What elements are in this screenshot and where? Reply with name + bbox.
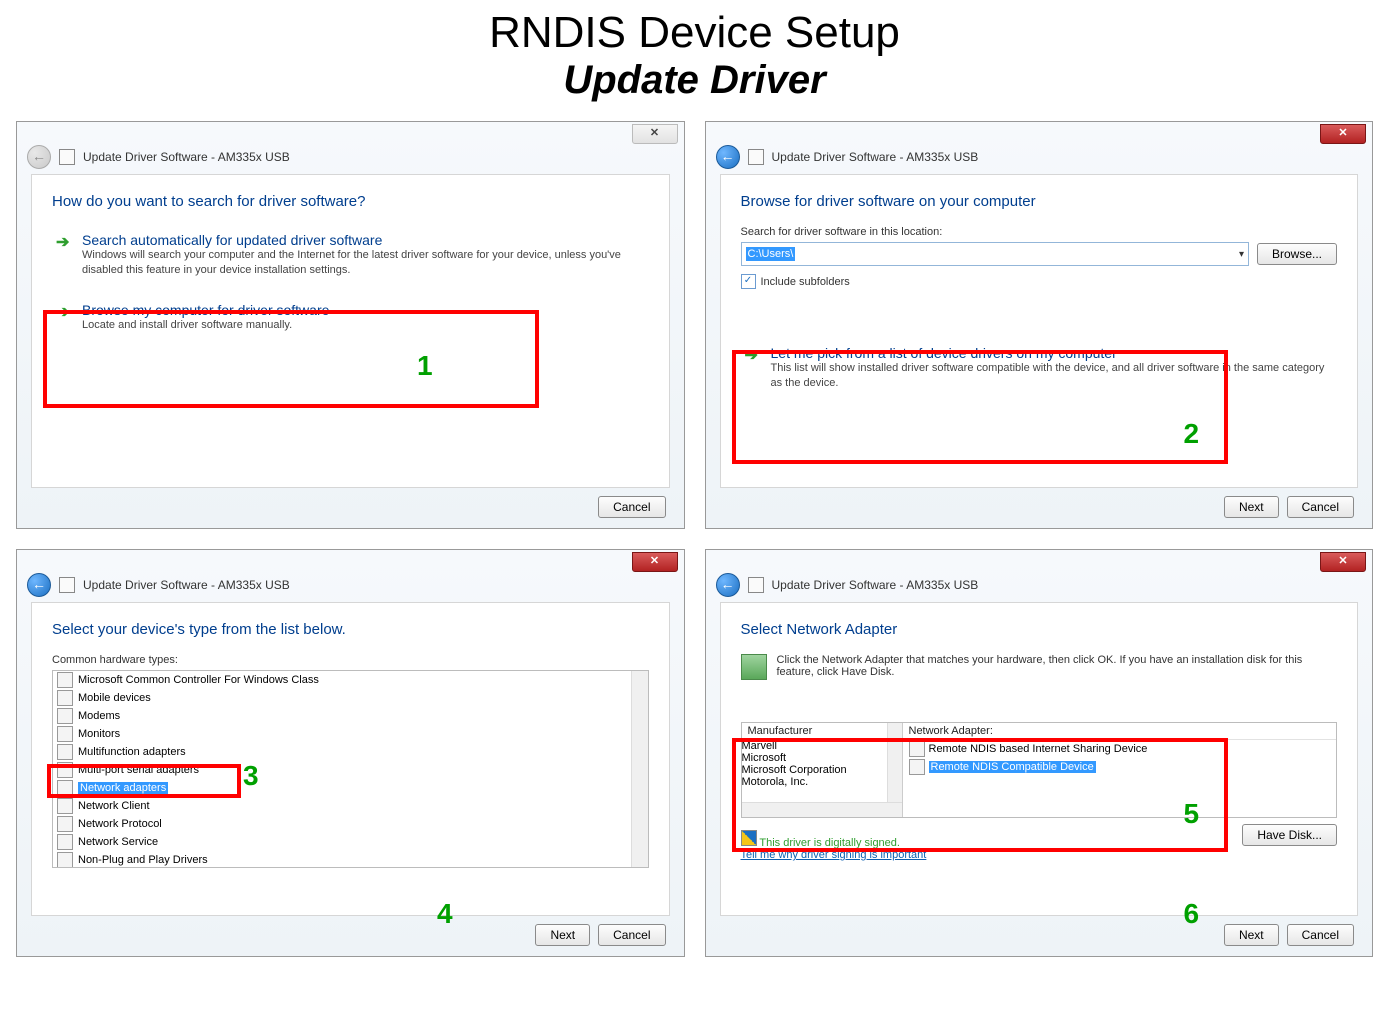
arrow-icon: ➔: [745, 345, 758, 365]
device-icon: [57, 690, 73, 706]
chip-icon: [59, 577, 75, 593]
device-icon: [909, 759, 925, 775]
have-disk-button[interactable]: Have Disk...: [1242, 824, 1337, 846]
window-title: Update Driver Software - AM335x USB: [83, 150, 290, 164]
device-icon: [57, 834, 73, 850]
list-item[interactable]: Mobile devices: [53, 689, 648, 707]
option-title: Browse my computer for driver software: [82, 302, 645, 318]
back-button[interactable]: ←: [716, 145, 740, 169]
chip-icon: [748, 577, 764, 593]
screenshot-2: ✕ ← Update Driver Software - AM335x USB …: [705, 121, 1374, 529]
cancel-button[interactable]: Cancel: [598, 496, 665, 518]
device-icon: [57, 708, 73, 724]
arrow-icon: ➔: [56, 232, 69, 252]
list-item[interactable]: Microsoft Corporation: [742, 764, 902, 776]
next-button[interactable]: Next: [1224, 924, 1279, 946]
list-item[interactable]: Remote NDIS based Internet Sharing Devic…: [903, 740, 1337, 758]
list-item[interactable]: Multifunction adapters: [53, 743, 648, 761]
list-label: Common hardware types:: [52, 654, 649, 666]
scrollbar[interactable]: [631, 671, 648, 867]
list-item[interactable]: Non-Plug and Play Drivers: [53, 851, 648, 868]
close-icon[interactable]: ✕: [632, 552, 678, 572]
adapter-list[interactable]: Network Adapter: Remote NDIS based Inter…: [903, 723, 1337, 817]
list-item[interactable]: Microsoft: [742, 752, 902, 764]
adapter-selector: Manufacturer Marvell Microsoft Microsoft…: [741, 722, 1338, 818]
path-combobox[interactable]: C:\Users\ ▾: [741, 242, 1249, 266]
device-icon: [57, 744, 73, 760]
list-item-rndis-compatible[interactable]: Remote NDIS Compatible Device: [903, 758, 1337, 776]
screenshot-4: ✕ ← Update Driver Software - AM335x USB …: [705, 549, 1374, 957]
device-type-listbox[interactable]: Microsoft Common Controller For Windows …: [52, 670, 649, 868]
include-subfolders-label: Include subfolders: [761, 276, 850, 288]
option-pick-from-list[interactable]: ➔ Let me pick from a list of device driv…: [741, 339, 1338, 401]
option-browse-computer[interactable]: ➔ Browse my computer for driver software…: [52, 296, 649, 343]
signing-link[interactable]: Tell me why driver signing is important: [741, 849, 927, 861]
screenshot-3: ✕ ← Update Driver Software - AM335x USB …: [16, 549, 685, 957]
page-title: RNDIS Device Setup: [0, 8, 1389, 58]
arrow-icon: ➔: [56, 302, 69, 322]
screenshot-1: ✕ ← Update Driver Software - AM335x USB …: [16, 121, 685, 529]
instruction-text: Click the Network Adapter that matches y…: [777, 654, 1338, 678]
window-title: Update Driver Software - AM335x USB: [772, 150, 979, 164]
close-icon[interactable]: ✕: [632, 124, 678, 144]
column-header-manufacturer: Manufacturer: [742, 723, 902, 740]
wizard-heading: How do you want to search for driver sof…: [52, 193, 649, 210]
wizard-heading: Browse for driver software on your compu…: [741, 193, 1338, 210]
network-icon: [741, 654, 767, 680]
device-icon: [57, 852, 73, 868]
device-icon: [57, 780, 73, 796]
option-desc: Locate and install driver software manua…: [82, 318, 645, 333]
device-icon: [57, 672, 73, 688]
include-subfolders-checkbox[interactable]: ✓: [741, 274, 756, 289]
back-button: ←: [27, 145, 51, 169]
cancel-button[interactable]: Cancel: [598, 924, 665, 946]
device-icon: [909, 741, 925, 757]
back-button[interactable]: ←: [716, 573, 740, 597]
chevron-down-icon: ▾: [1239, 249, 1244, 260]
device-icon: [57, 762, 73, 778]
list-item[interactable]: Microsoft Common Controller For Windows …: [53, 671, 648, 689]
list-item[interactable]: Motorola, Inc.: [742, 776, 902, 788]
device-icon: [57, 816, 73, 832]
cancel-button[interactable]: Cancel: [1287, 924, 1354, 946]
list-item[interactable]: Multi-port serial adapters: [53, 761, 648, 779]
cancel-button[interactable]: Cancel: [1287, 496, 1354, 518]
close-icon[interactable]: ✕: [1320, 552, 1366, 572]
chip-icon: [748, 149, 764, 165]
wizard-heading: Select Network Adapter: [741, 621, 1338, 638]
list-item-network-adapters[interactable]: Network adapters: [53, 779, 648, 797]
option-desc: This list will show installed driver sof…: [771, 361, 1334, 391]
scrollbar[interactable]: [742, 802, 902, 817]
next-button[interactable]: Next: [535, 924, 590, 946]
signed-text: This driver is digitally signed.: [759, 837, 900, 849]
option-title: Let me pick from a list of device driver…: [771, 345, 1334, 361]
chip-icon: [59, 149, 75, 165]
window-title: Update Driver Software - AM335x USB: [83, 578, 290, 592]
option-desc: Windows will search your computer and th…: [82, 248, 645, 278]
list-item[interactable]: Modems: [53, 707, 648, 725]
path-value: C:\Users\: [746, 247, 796, 261]
device-icon: [57, 798, 73, 814]
list-item[interactable]: Network Service: [53, 833, 648, 851]
option-title: Search automatically for updated driver …: [82, 232, 645, 248]
list-item[interactable]: Marvell: [742, 740, 902, 752]
option-search-auto[interactable]: ➔ Search automatically for updated drive…: [52, 226, 649, 288]
browse-button[interactable]: Browse...: [1257, 243, 1337, 265]
page-subtitle: Update Driver: [0, 58, 1389, 103]
wizard-heading: Select your device's type from the list …: [52, 621, 649, 638]
list-item[interactable]: Monitors: [53, 725, 648, 743]
next-button[interactable]: Next: [1224, 496, 1279, 518]
back-button[interactable]: ←: [27, 573, 51, 597]
list-item[interactable]: Network Protocol: [53, 815, 648, 833]
window-title: Update Driver Software - AM335x USB: [772, 578, 979, 592]
column-header-adapter: Network Adapter:: [903, 723, 1337, 740]
shield-icon: [741, 830, 757, 846]
list-item[interactable]: Network Client: [53, 797, 648, 815]
manufacturer-list[interactable]: Manufacturer Marvell Microsoft Microsoft…: [742, 723, 903, 817]
close-icon[interactable]: ✕: [1320, 124, 1366, 144]
device-icon: [57, 726, 73, 742]
search-location-label: Search for driver software in this locat…: [741, 226, 1338, 238]
